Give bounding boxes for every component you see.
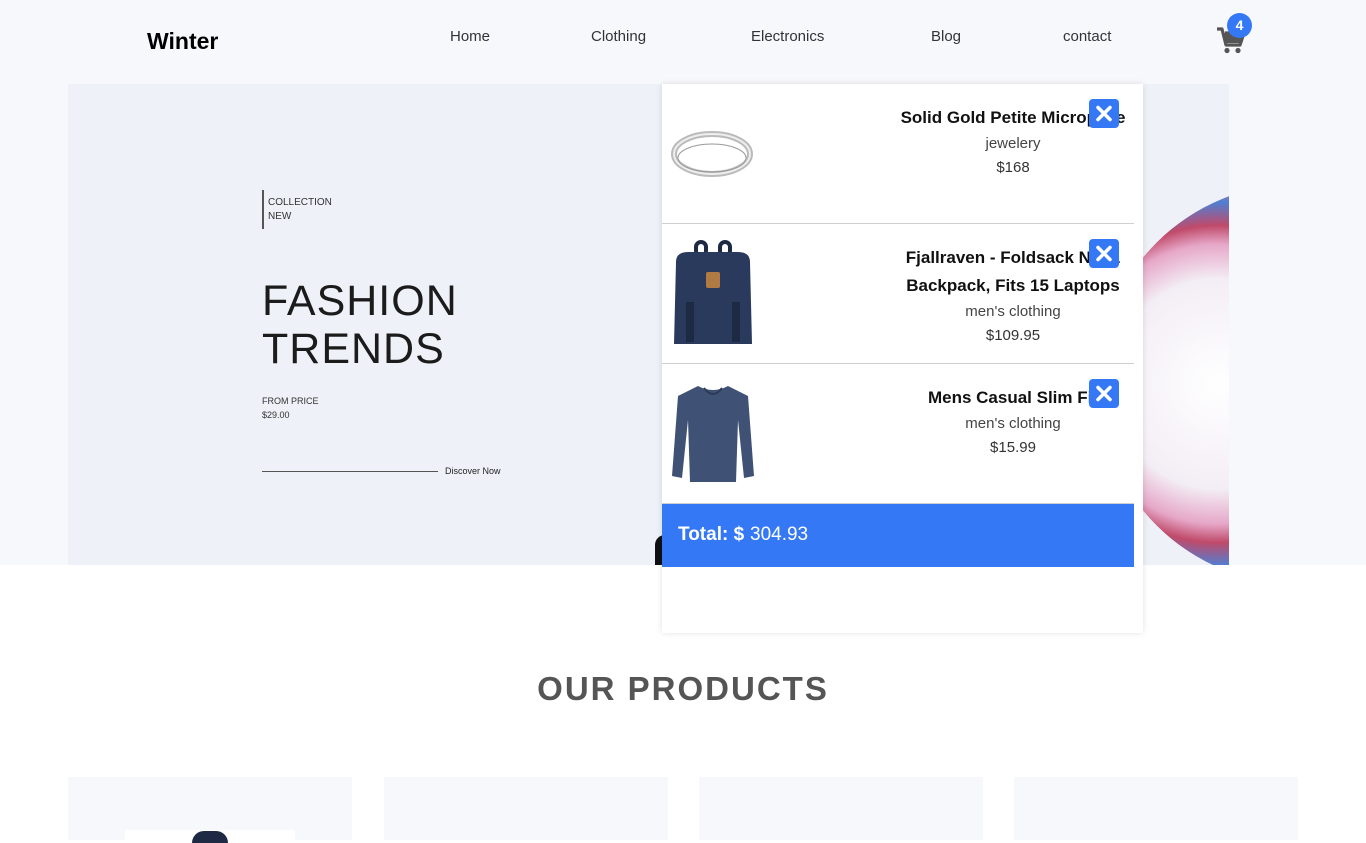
hero-collection-line2: NEW (268, 211, 292, 222)
nav-electronics[interactable]: Electronics (751, 28, 824, 45)
nav-clothing[interactable]: Clothing (591, 28, 646, 45)
product-image-hint (192, 831, 228, 843)
site-header: Winter Home Clothing Electronics Blog co… (0, 0, 1366, 84)
hero-title-line2: TRENDS (262, 325, 445, 373)
hero-from-price-label: FROM PRICE (262, 396, 319, 406)
close-icon (1096, 105, 1112, 122)
backpack-image (670, 240, 756, 348)
nav-home[interactable]: Home (450, 28, 490, 45)
remove-item-button[interactable] (1089, 99, 1119, 128)
nav-contact[interactable]: contact (1063, 28, 1111, 45)
cart-total-label: Total: $ (678, 524, 745, 545)
hero-title: FASHION TRENDS (262, 277, 458, 373)
hero-title-line1: FASHION (262, 277, 458, 325)
product-card[interactable] (699, 777, 983, 840)
product-card[interactable] (384, 777, 668, 840)
ring-image (670, 100, 756, 208)
cart-item-category: jewelery (985, 135, 1041, 152)
hero-collection-line1: COLLECTION (268, 197, 332, 208)
remove-item-button[interactable] (1089, 379, 1119, 408)
hero-divider-line (262, 471, 438, 472)
cart-item-price: $109.95 (985, 327, 1041, 344)
cart-item: Solid Gold Petite Micropave jewelery $16… (662, 84, 1134, 224)
cart-item-category: men's clothing (965, 303, 1061, 320)
cart-item-price: $168 (996, 159, 1030, 176)
nav-blog[interactable]: Blog (931, 28, 961, 45)
close-icon (1096, 245, 1112, 262)
cart-total-bar: Total: $ 304.93 (662, 504, 1134, 567)
cart-item: Mens Casual Slim Fit men's clothing $15.… (662, 364, 1134, 504)
hero-from-price-value: $29.00 (262, 410, 290, 420)
cart-item: Fjallraven - Foldsack No. 1 Backpack, Fi… (662, 224, 1134, 364)
product-card[interactable] (1014, 777, 1298, 840)
product-card[interactable] (68, 777, 352, 843)
remove-item-button[interactable] (1089, 239, 1119, 268)
hero-accent-line (262, 190, 264, 229)
hero-from-price: FROM PRICE $29.00 (262, 394, 319, 422)
cart-total-value: 304.93 (750, 524, 809, 545)
tshirt-image (670, 380, 756, 488)
cart-item-category: men's clothing (965, 415, 1061, 432)
discover-now-link[interactable]: Discover Now (445, 466, 501, 476)
hero-collection-label: COLLECTION NEW (268, 196, 332, 224)
cart-dropdown: Solid Gold Petite Micropave jewelery $16… (662, 84, 1143, 633)
cart-count-badge: 4 (1227, 13, 1252, 38)
products-section-title: OUR PRODUCTS (537, 670, 829, 707)
cart-item-price: $15.99 (990, 439, 1036, 456)
site-logo[interactable]: Winter (147, 28, 218, 55)
close-icon (1096, 385, 1112, 402)
